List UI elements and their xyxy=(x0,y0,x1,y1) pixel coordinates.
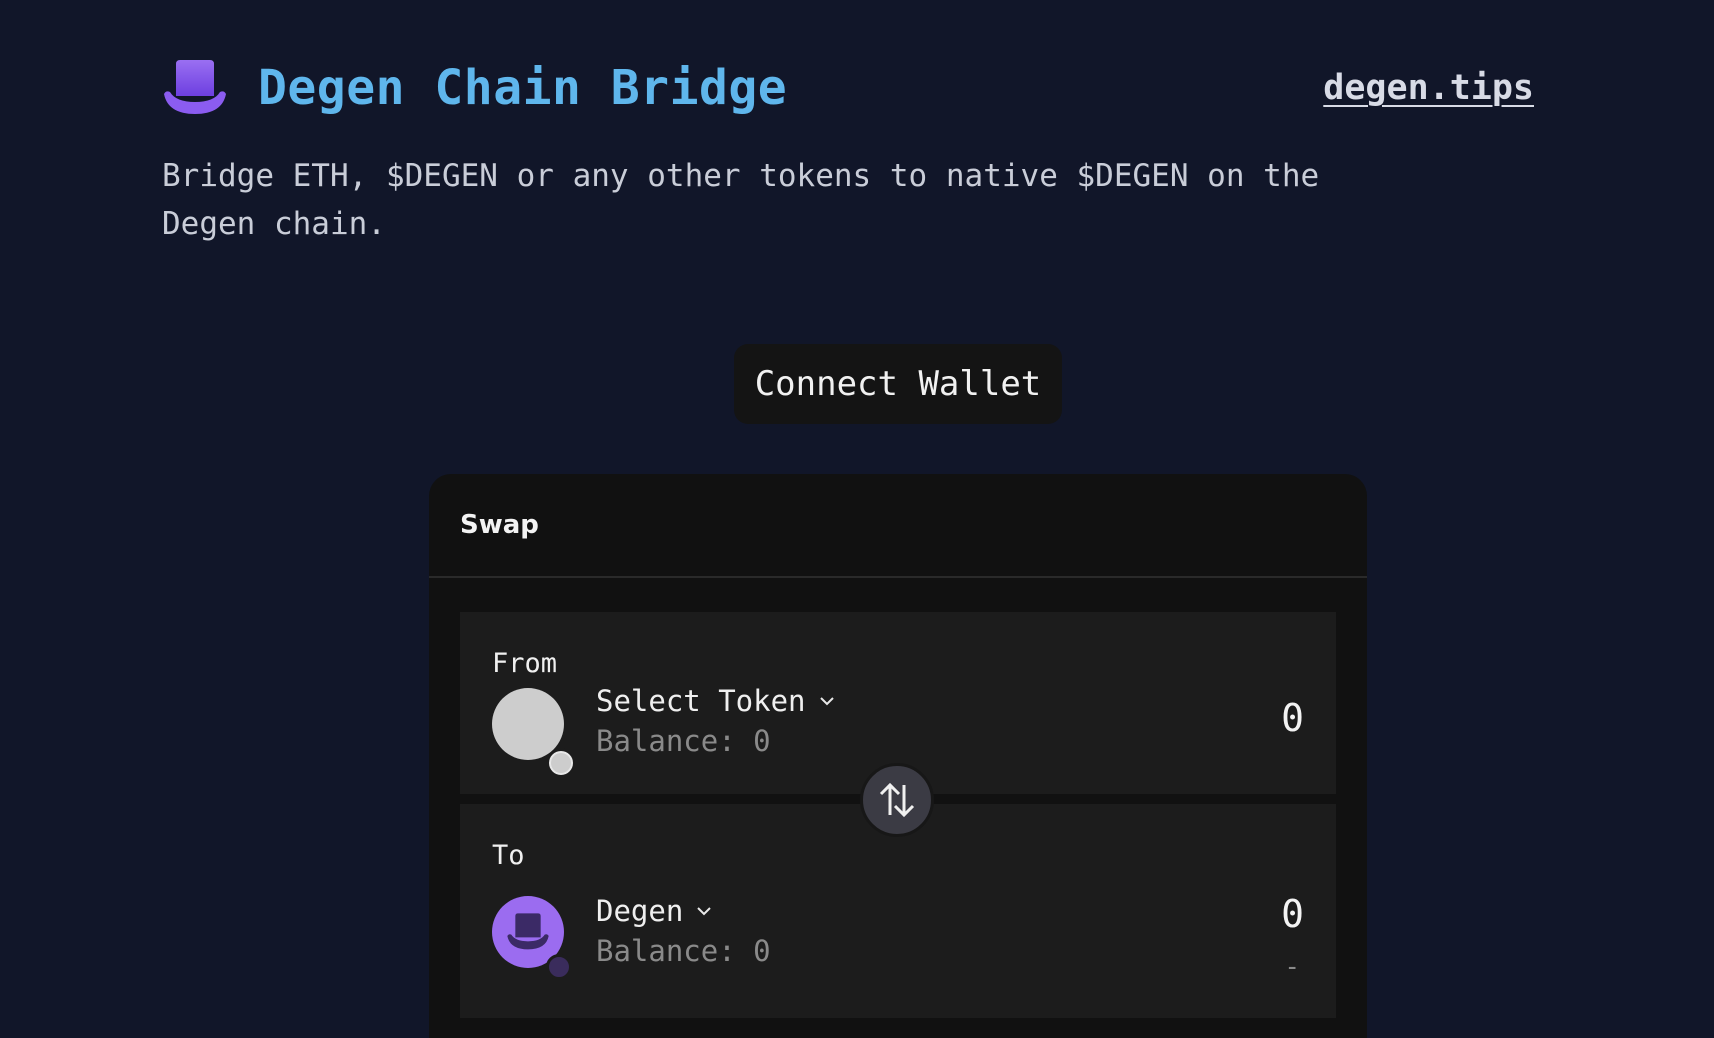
from-balance: Balance: 0 xyxy=(596,724,771,758)
from-amount-input[interactable] xyxy=(1004,696,1304,740)
to-amount-input[interactable] xyxy=(1004,892,1304,936)
to-token-select[interactable]: Degen xyxy=(596,894,713,928)
chevron-down-icon xyxy=(697,907,712,916)
to-label: To xyxy=(492,840,525,871)
header: Degen Chain Bridge degen.tips xyxy=(162,56,1534,120)
swap-card-header: Swap xyxy=(429,474,1367,578)
switch-direction-button[interactable] xyxy=(860,763,934,837)
page-title: Degen Chain Bridge xyxy=(258,60,788,116)
from-chain-badge xyxy=(546,748,576,778)
to-chain-badge xyxy=(546,954,572,980)
page: Degen Chain Bridge degen.tips Bridge ETH… xyxy=(0,0,1714,1038)
from-token-select[interactable]: Select Token xyxy=(596,684,836,718)
brand: Degen Chain Bridge xyxy=(162,60,787,116)
swap-arrows-icon xyxy=(879,782,915,818)
tagline: Bridge ETH, $DEGEN or any other tokens t… xyxy=(162,158,1320,242)
swap-title: Swap xyxy=(460,510,539,540)
from-token-label: Select Token xyxy=(596,684,806,718)
connect-wallet-button[interactable]: Connect Wallet xyxy=(734,344,1062,424)
to-balance: Balance: 0 xyxy=(596,934,771,968)
to-token-label: Degen xyxy=(596,894,684,928)
chevron-down-icon xyxy=(819,697,834,706)
degen-tips-link[interactable]: degen.tips xyxy=(1323,68,1534,108)
swap-card: Swap From Select Token Balance: 0 To xyxy=(429,474,1367,1038)
to-usd-value: - xyxy=(1284,952,1300,982)
from-label: From xyxy=(492,648,558,679)
top-hat-icon xyxy=(162,60,228,116)
top-hat-icon xyxy=(507,913,549,950)
